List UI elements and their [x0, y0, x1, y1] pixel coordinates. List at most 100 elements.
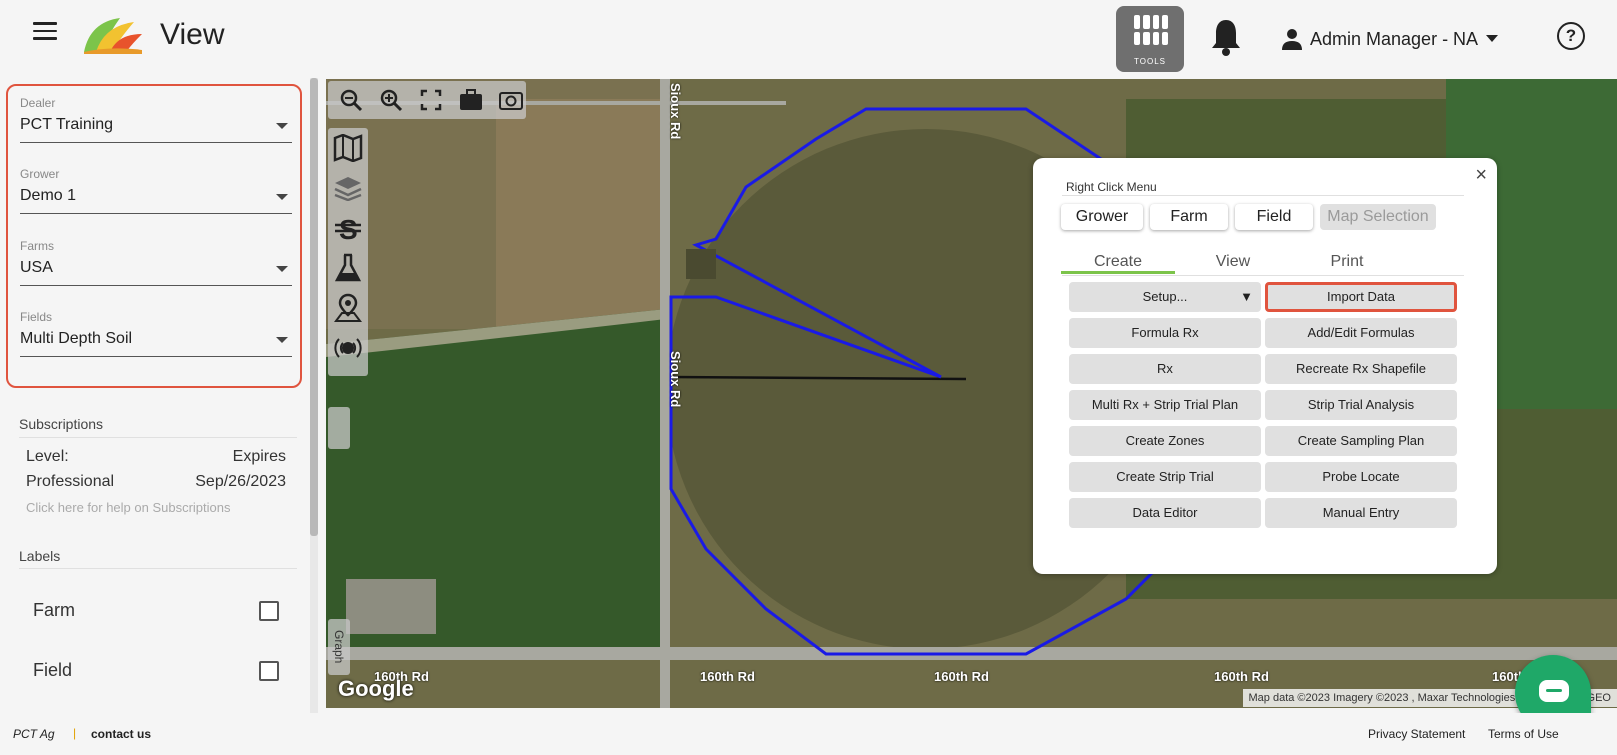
scrollbar-thumb[interactable]	[310, 78, 318, 536]
label-toggle-farm[interactable]: Farm	[33, 600, 279, 621]
terms-of-use-link[interactable]: Terms of Use	[1488, 727, 1559, 741]
formula-rx-button[interactable]: Formula Rx	[1069, 318, 1261, 348]
menu-title: Right Click Menu	[1066, 180, 1157, 194]
import-data-button[interactable]: Import Data	[1265, 282, 1457, 312]
labels-title: Labels	[19, 548, 61, 564]
tools-label: TOOLS	[1134, 57, 1166, 66]
layers-icon[interactable]	[328, 168, 368, 208]
caret-down-icon	[276, 194, 288, 200]
context-tab-farm[interactable]: Farm	[1150, 204, 1228, 230]
label-toggle-field[interactable]: Field	[33, 660, 279, 681]
map-side-toolbar: S	[328, 128, 368, 376]
create-strip-trial-button[interactable]: Create Strip Trial	[1069, 462, 1261, 492]
road-label: 160th Rd	[934, 669, 989, 684]
road-label: Sioux Rd	[668, 83, 683, 140]
multi-rx-strip-trial-plan-button[interactable]: Multi Rx + Strip Trial Plan	[1069, 390, 1261, 420]
subscription-value-row: Professional Sep/26/2023	[26, 473, 286, 491]
zoom-out-icon[interactable]	[336, 85, 366, 115]
add-edit-formulas-button[interactable]: Add/Edit Formulas	[1265, 318, 1457, 348]
camera-icon[interactable]	[496, 85, 526, 115]
grower-value[interactable]: Demo 1	[20, 187, 292, 214]
tab-view[interactable]: View	[1187, 250, 1279, 274]
divider	[1062, 275, 1464, 276]
contact-us-link[interactable]: contact us	[91, 727, 151, 741]
footer: PCT Ag | contact us Privacy Statement Te…	[0, 713, 1617, 755]
road-label: 160th Rd	[700, 669, 755, 684]
map-toolbar	[328, 81, 526, 119]
field-checkbox[interactable]	[259, 661, 279, 681]
tab-print[interactable]: Print	[1301, 250, 1393, 274]
grower-label: Grower	[20, 167, 60, 181]
divider	[19, 568, 297, 569]
flask-icon[interactable]	[328, 248, 368, 288]
subscriptions-title: Subscriptions	[19, 416, 104, 432]
sidebar-scrollbar[interactable]	[310, 78, 318, 713]
menu-icon[interactable]	[33, 22, 57, 40]
probe-locate-button[interactable]: Probe Locate	[1265, 462, 1457, 492]
create-sampling-plan-button[interactable]: Create Sampling Plan	[1265, 426, 1457, 456]
tools-button[interactable]: TOOLS	[1116, 6, 1184, 72]
label-field-text: Field	[33, 660, 73, 680]
map-icon[interactable]	[328, 128, 368, 168]
context-tab-field[interactable]: Field	[1235, 204, 1313, 230]
grower-dropdown[interactable]: Grower Demo 1	[20, 167, 292, 214]
caret-down-icon	[276, 123, 288, 129]
farms-value[interactable]: USA	[20, 259, 292, 286]
manual-entry-button[interactable]: Manual Entry	[1265, 498, 1457, 528]
dealer-dropdown[interactable]: Dealer PCT Training	[20, 96, 292, 143]
subscription-header-row: Level: Expires	[26, 448, 286, 466]
grid-icon	[1134, 15, 1168, 45]
label-farm-text: Farm	[33, 600, 75, 620]
caret-down-icon	[276, 266, 288, 272]
farms-label: Farms	[20, 239, 54, 253]
farm-checkbox[interactable]	[259, 601, 279, 621]
fields-dropdown[interactable]: Fields Multi Depth Soil	[20, 310, 292, 357]
person-icon	[1282, 29, 1302, 50]
s-icon[interactable]: S	[328, 208, 368, 248]
strip-trial-analysis-button[interactable]: Strip Trial Analysis	[1265, 390, 1457, 420]
location-icon[interactable]	[328, 288, 368, 328]
dealer-value[interactable]: PCT Training	[20, 116, 292, 143]
context-tab-grower[interactable]: Grower	[1061, 204, 1143, 230]
expires-label: Expires	[232, 448, 286, 465]
graph-tab[interactable]: Graph	[328, 619, 350, 675]
logo-icon	[84, 18, 142, 54]
panel-collapse-handle[interactable]	[328, 407, 350, 449]
briefcase-icon[interactable]	[456, 85, 486, 115]
help-icon[interactable]: ?	[1557, 22, 1585, 50]
user-name: Admin Manager - NA	[1310, 28, 1479, 49]
recreate-rx-shapefile-button[interactable]: Recreate Rx Shapefile	[1265, 354, 1457, 384]
dealer-label: Dealer	[20, 96, 56, 110]
road-label: Sioux Rd	[668, 351, 683, 408]
rx-button[interactable]: Rx	[1069, 354, 1261, 384]
zoom-in-icon[interactable]	[376, 85, 406, 115]
setup-label: Setup...	[1142, 289, 1188, 304]
fullscreen-icon[interactable]	[416, 85, 446, 115]
sensor-icon[interactable]	[328, 328, 368, 368]
farms-dropdown[interactable]: Farms USA	[20, 239, 292, 286]
privacy-statement-link[interactable]: Privacy Statement	[1368, 727, 1465, 741]
road-label: 160th Rd	[1214, 669, 1269, 684]
svg-text:S: S	[339, 214, 358, 243]
divider	[1062, 195, 1464, 196]
setup-dropdown[interactable]: Setup... ▼	[1069, 282, 1261, 312]
data-editor-button[interactable]: Data Editor	[1069, 498, 1261, 528]
right-click-menu: × Right Click Menu Grower Farm Field Map…	[1033, 158, 1497, 574]
fields-value[interactable]: Multi Depth Soil	[20, 330, 292, 357]
subscriptions-help-link[interactable]: Click here for help on Subscriptions	[26, 500, 231, 515]
context-tab-map-selection[interactable]: Map Selection	[1320, 204, 1436, 230]
header: View TOOLS Admin Manager - NA ?	[0, 0, 1617, 78]
expires-value: Sep/26/2023	[195, 473, 286, 490]
fields-label: Fields	[20, 310, 53, 324]
tab-create[interactable]: Create	[1061, 250, 1175, 274]
level-label: Level:	[26, 448, 69, 465]
footer-separator: |	[73, 726, 77, 740]
user-menu[interactable]: Admin Manager - NA	[1282, 26, 1499, 52]
page-title: View	[160, 18, 225, 51]
close-icon[interactable]: ×	[1475, 164, 1487, 187]
chevron-down-icon	[1486, 35, 1499, 42]
chat-icon	[1539, 680, 1569, 702]
divider	[19, 437, 297, 438]
bell-icon[interactable]	[1210, 17, 1242, 57]
create-zones-button[interactable]: Create Zones	[1069, 426, 1261, 456]
